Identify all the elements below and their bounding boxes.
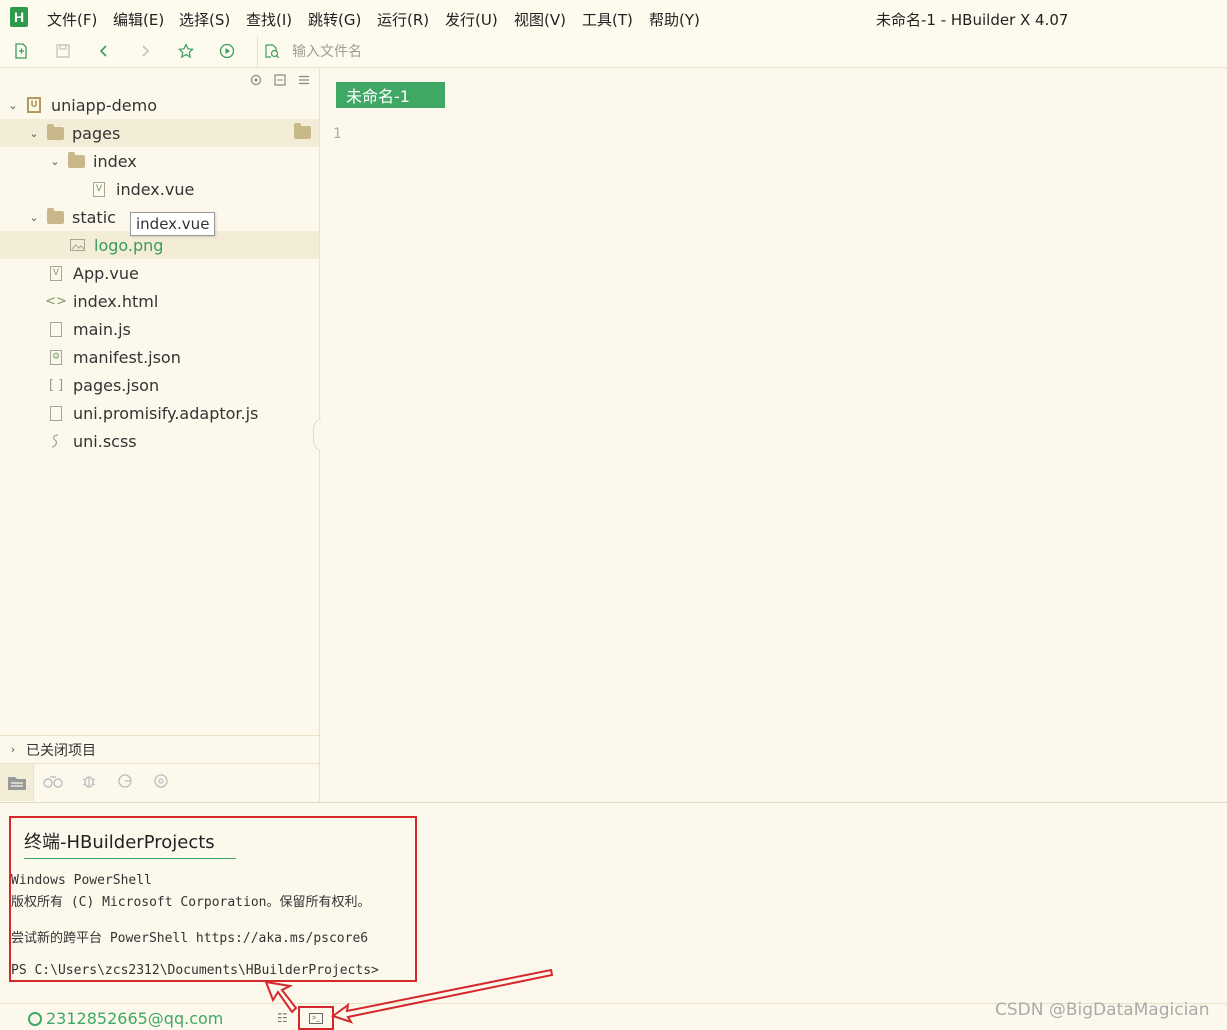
project-sidebar: ⌄ U uniapp-demo ⌄ pages ⌄ index V index.… — [0, 69, 320, 802]
watermark: CSDN @BigDataMagician — [995, 1000, 1210, 1020]
star-icon[interactable] — [177, 42, 195, 60]
tooltip: index.vue — [130, 212, 216, 236]
menu-find[interactable]: 查找(I) — [246, 9, 292, 30]
chevron-down-icon[interactable]: ⌄ — [28, 211, 40, 224]
terminal-line: Windows PowerShell — [11, 873, 152, 888]
open-folder-icon[interactable] — [294, 123, 311, 139]
menu-bar: H 文件(F) 编辑(E) 选择(S) 查找(I) 跳转(G) 运行(R) 发行… — [0, 0, 1227, 36]
tree-item-label: uni.scss — [73, 431, 137, 451]
user-icon — [28, 1011, 42, 1026]
editor-area[interactable]: 未命名-1 1 — [321, 69, 1227, 802]
menu-view[interactable]: 视图(V) — [514, 9, 566, 30]
html-file-icon: <> — [45, 293, 67, 309]
run-icon[interactable] — [218, 42, 236, 60]
user-account[interactable]: 2312852665@qq.com — [28, 1009, 223, 1028]
save-icon[interactable] — [54, 42, 72, 60]
tree-item-manifest-json[interactable]: ⚙ manifest.json — [0, 343, 319, 371]
locate-icon[interactable] — [249, 73, 263, 87]
tree-item-index-vue[interactable]: V index.vue — [0, 175, 319, 203]
back-icon[interactable] — [95, 42, 113, 60]
list-icon[interactable]: ☷ — [277, 1011, 288, 1025]
sidebar-tabs — [0, 763, 319, 801]
tree-item-label: index — [93, 151, 137, 171]
terminal-highlight-box: 终端-HBuilderProjects Windows PowerShell 版… — [9, 816, 417, 982]
closed-projects[interactable]: › 已关闭项目 — [0, 735, 319, 763]
line-number: 1 — [333, 126, 342, 142]
tree-item-label: index.html — [73, 291, 159, 311]
debug-tab-icon[interactable] — [77, 770, 101, 792]
chevron-down-icon[interactable]: ⌄ — [49, 155, 61, 168]
browser-tab-icon[interactable] — [149, 770, 173, 792]
file-search-icon — [264, 43, 280, 59]
menu-file[interactable]: 文件(F) — [47, 9, 97, 30]
tree-item-label: uniapp-demo — [51, 95, 157, 115]
chevron-down-icon[interactable]: ⌄ — [7, 99, 19, 112]
file-search-input[interactable] — [292, 42, 692, 62]
vue-file-icon: V — [90, 181, 108, 197]
tree-item-label: pages — [72, 123, 121, 143]
js-file-icon — [47, 405, 65, 421]
folder-icon — [67, 151, 85, 169]
sidebar-tools — [249, 73, 311, 87]
json-file-icon: [ ] — [48, 377, 64, 393]
editor-tab[interactable]: 未命名-1 — [336, 82, 445, 108]
scss-file-icon — [47, 433, 65, 449]
tree-item-label: manifest.json — [73, 347, 181, 367]
tree-item-uni-scss[interactable]: uni.scss — [0, 427, 319, 455]
forward-icon[interactable] — [136, 42, 154, 60]
tree-item-label: pages.json — [73, 375, 160, 395]
tree-item-main-js[interactable]: main.js — [0, 315, 319, 343]
terminal-prompt[interactable]: PS C:\Users\zcs2312\Documents\HBuilderPr… — [11, 963, 379, 978]
menu-select[interactable]: 选择(S) — [179, 9, 230, 30]
terminal-panel: 终端-HBuilderProjects Windows PowerShell 版… — [0, 802, 1227, 1002]
tree-item-label: static — [72, 207, 116, 227]
plugin-tab-icon[interactable] — [41, 770, 65, 792]
tree-item-label: App.vue — [73, 263, 139, 283]
collapse-all-icon[interactable] — [273, 73, 287, 87]
tree-item-app-vue[interactable]: V App.vue — [0, 259, 319, 287]
source-control-tab-icon[interactable] — [113, 770, 137, 792]
file-search — [257, 36, 1227, 68]
menu-help[interactable]: 帮助(Y) — [649, 9, 700, 30]
window-title: 未命名-1 - HBuilder X 4.07 — [876, 11, 1069, 29]
terminal-line: 版权所有 (C) Microsoft Corporation。保留所有权利。 — [11, 895, 371, 910]
chevron-down-icon[interactable]: ⌄ — [28, 127, 40, 140]
toolbar — [0, 36, 1227, 68]
hbuilder-logo-icon: H — [10, 7, 28, 27]
vue-file-icon: V — [47, 265, 65, 281]
folder-icon — [46, 123, 64, 141]
sidebar-menu-icon[interactable] — [297, 73, 311, 87]
menu-run[interactable]: 运行(R) — [377, 9, 429, 30]
menu-goto[interactable]: 跳转(G) — [308, 9, 361, 30]
folder-icon — [46, 207, 64, 225]
tree-item-uniapp-demo[interactable]: ⌄ U uniapp-demo — [0, 91, 319, 119]
tree-item-uni-promisify-adaptor-js[interactable]: uni.promisify.adaptor.js — [0, 399, 319, 427]
project-icon: U — [25, 97, 43, 113]
tree-item-index-html[interactable]: <> index.html — [0, 287, 319, 315]
image-file-icon — [68, 237, 86, 253]
terminal-line: 尝试新的跨平台 PowerShell https://aka.ms/pscore… — [11, 931, 369, 946]
closed-projects-label: 已关闭项目 — [26, 742, 96, 759]
tree-item-label: main.js — [73, 319, 131, 339]
menu-tools[interactable]: 工具(T) — [582, 9, 633, 30]
tree-item-pages-json[interactable]: [ ] pages.json — [0, 371, 319, 399]
tree-item-index-folder[interactable]: ⌄ index — [0, 147, 319, 175]
manifest-file-icon: ⚙ — [47, 349, 65, 365]
user-email: 2312852665@qq.com — [46, 1009, 224, 1028]
js-file-icon — [47, 321, 65, 337]
menu-publish[interactable]: 发行(U) — [445, 9, 498, 30]
menu-edit[interactable]: 编辑(E) — [113, 9, 164, 30]
terminal-toggle-button[interactable]: >_ — [298, 1006, 334, 1030]
chevron-right-icon[interactable]: › — [0, 743, 26, 756]
tree-item-label: uni.promisify.adaptor.js — [73, 403, 259, 423]
terminal-icon: >_ — [309, 1012, 323, 1024]
tree-item-pages[interactable]: ⌄ pages — [0, 119, 319, 147]
project-manager-tab-icon[interactable] — [0, 764, 34, 801]
new-file-icon[interactable] — [12, 42, 30, 60]
terminal-tab[interactable]: 终端-HBuilderProjects — [24, 828, 236, 859]
tree-item-label: index.vue — [116, 179, 195, 199]
tree-item-label: logo.png — [94, 235, 164, 255]
